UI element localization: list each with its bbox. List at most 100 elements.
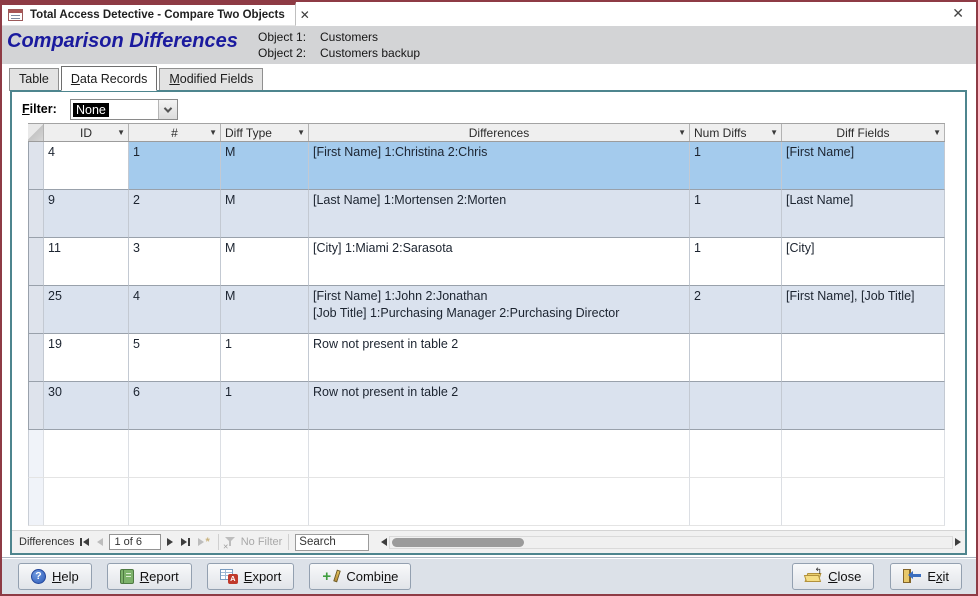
tab-close-icon[interactable]: ✕ bbox=[300, 8, 310, 22]
report-button[interactable]: Report bbox=[107, 563, 192, 590]
combo-dropdown-button[interactable] bbox=[158, 100, 177, 119]
row-selector[interactable] bbox=[28, 142, 44, 190]
cell-num[interactable]: 6 bbox=[129, 382, 221, 430]
close-button[interactable]: ↰ Close bbox=[792, 563, 874, 590]
scrollbar-track[interactable] bbox=[389, 536, 953, 549]
cell-diff-fields[interactable]: [City] bbox=[782, 238, 945, 286]
table-row[interactable]: 9 2 M [Last Name] 1:Mortensen 2:Morten 1… bbox=[28, 190, 945, 238]
new-record-button[interactable]: * bbox=[196, 535, 211, 550]
table-row[interactable]: 19 5 1 Row not present in table 2 bbox=[28, 334, 945, 382]
table-row[interactable]: 25 4 M [First Name] 1:John 2:Jonathan [J… bbox=[28, 286, 945, 334]
table-row[interactable]: 11 3 M [City] 1:Miami 2:Sarasota 1 [City… bbox=[28, 238, 945, 286]
cell-id[interactable]: 4 bbox=[44, 142, 129, 190]
last-record-button[interactable] bbox=[179, 535, 192, 550]
export-button[interactable]: A Export bbox=[207, 563, 295, 590]
filter-value: None bbox=[73, 103, 109, 117]
object1-label: Object 1: bbox=[258, 29, 320, 45]
scroll-left-icon[interactable] bbox=[381, 538, 387, 546]
cell-diff-type[interactable]: 1 bbox=[221, 382, 309, 430]
empty-row[interactable] bbox=[28, 478, 945, 526]
filter-arrow-icon[interactable]: ▼ bbox=[297, 128, 305, 137]
cell-diff-fields[interactable]: [First Name], [Job Title] bbox=[782, 286, 945, 334]
cell-num[interactable]: 2 bbox=[129, 190, 221, 238]
cell-differences[interactable]: [First Name] 1:John 2:Jonathan [Job Titl… bbox=[309, 286, 690, 334]
help-button[interactable]: ? Help bbox=[18, 563, 92, 590]
cell-num[interactable]: 4 bbox=[129, 286, 221, 334]
no-filter-button[interactable]: ✕ No Filter bbox=[225, 536, 283, 548]
tab-data-records[interactable]: Data Records bbox=[61, 66, 157, 91]
cell-differences[interactable]: [Last Name] 1:Mortensen 2:Morten bbox=[309, 190, 690, 238]
table-row[interactable]: 30 6 1 Row not present in table 2 bbox=[28, 382, 945, 430]
cell-id[interactable]: 19 bbox=[44, 334, 129, 382]
filter-combobox[interactable]: None bbox=[70, 99, 178, 120]
row-selector[interactable] bbox=[28, 286, 44, 334]
cell-id[interactable]: 30 bbox=[44, 382, 129, 430]
object2-value: Customers backup bbox=[320, 45, 420, 61]
cell-differences[interactable]: Row not present in table 2 bbox=[309, 334, 690, 382]
row-selector[interactable] bbox=[28, 478, 44, 526]
cell-id[interactable]: 9 bbox=[44, 190, 129, 238]
next-record-button[interactable] bbox=[165, 535, 175, 550]
select-all-corner[interactable] bbox=[28, 124, 44, 141]
scroll-right-icon[interactable] bbox=[955, 538, 961, 546]
export-icon: A bbox=[220, 569, 238, 584]
first-record-button[interactable] bbox=[78, 535, 91, 550]
cell-num-diffs[interactable]: 2 bbox=[690, 286, 782, 334]
table-row[interactable]: 4 1 M [First Name] 1:Christina 2:Chris 1… bbox=[28, 142, 945, 190]
document-tab[interactable]: Total Access Detective - Compare Two Obj… bbox=[2, 2, 296, 26]
row-selector[interactable] bbox=[28, 190, 44, 238]
cell-diff-type[interactable]: 1 bbox=[221, 334, 309, 382]
filter-arrow-icon[interactable]: ▼ bbox=[678, 128, 686, 137]
cell-diff-type[interactable]: M bbox=[221, 286, 309, 334]
cell-diff-type[interactable]: M bbox=[221, 142, 309, 190]
cell-num-diffs[interactable] bbox=[690, 334, 782, 382]
cell-diff-fields[interactable] bbox=[782, 334, 945, 382]
combine-button[interactable]: + Combine bbox=[309, 563, 411, 590]
column-header-diff-fields[interactable]: Diff Fields▼ bbox=[782, 124, 945, 141]
cell-id[interactable]: 11 bbox=[44, 238, 129, 286]
title-bar: Total Access Detective - Compare Two Obj… bbox=[2, 2, 976, 26]
cell-diff-type[interactable]: M bbox=[221, 238, 309, 286]
cell-num-diffs[interactable]: 1 bbox=[690, 142, 782, 190]
row-selector[interactable] bbox=[28, 238, 44, 286]
column-header-num-diffs[interactable]: Num Diffs▼ bbox=[690, 124, 782, 141]
previous-record-button[interactable] bbox=[95, 535, 105, 550]
cell-differences[interactable]: Row not present in table 2 bbox=[309, 382, 690, 430]
filter-arrow-icon[interactable]: ▼ bbox=[209, 128, 217, 137]
column-header-id[interactable]: ID▼ bbox=[44, 124, 129, 141]
cell-num-diffs[interactable]: 1 bbox=[690, 238, 782, 286]
cell-differences[interactable]: [First Name] 1:Christina 2:Chris bbox=[309, 142, 690, 190]
cell-diff-type[interactable]: M bbox=[221, 190, 309, 238]
exit-button[interactable]: Exit bbox=[890, 563, 962, 590]
cell-diff-fields[interactable] bbox=[782, 382, 945, 430]
filter-arrow-icon[interactable]: ▼ bbox=[117, 128, 125, 137]
horizontal-scrollbar[interactable] bbox=[381, 536, 961, 549]
cell-diff-fields[interactable]: [First Name] bbox=[782, 142, 945, 190]
datasheet-header: ID▼ #▼ Diff Type▼ Differences▼ Num Diffs… bbox=[28, 123, 945, 142]
cell-num[interactable]: 5 bbox=[129, 334, 221, 382]
column-header-differences[interactable]: Differences▼ bbox=[309, 124, 690, 141]
column-header-diff-type[interactable]: Diff Type▼ bbox=[221, 124, 309, 141]
column-header-num[interactable]: #▼ bbox=[129, 124, 221, 141]
record-position-box[interactable]: 1 of 6 bbox=[109, 534, 161, 550]
tab-modified-fields[interactable]: Modified Fields bbox=[159, 68, 263, 91]
cell-differences[interactable]: [City] 1:Miami 2:Sarasota bbox=[309, 238, 690, 286]
cell-diff-fields[interactable]: [Last Name] bbox=[782, 190, 945, 238]
cell-num-diffs[interactable] bbox=[690, 382, 782, 430]
cell-num[interactable]: 1 bbox=[129, 142, 221, 190]
record-nav-label: Differences bbox=[19, 536, 74, 548]
search-input[interactable] bbox=[295, 534, 369, 551]
cell-num-diffs[interactable]: 1 bbox=[690, 190, 782, 238]
window-close-icon[interactable]: ✕ bbox=[952, 5, 964, 22]
cell-num[interactable]: 3 bbox=[129, 238, 221, 286]
filter-funnel-icon: ✕ bbox=[225, 536, 237, 548]
row-selector[interactable] bbox=[28, 334, 44, 382]
empty-row[interactable] bbox=[28, 430, 945, 478]
filter-arrow-icon[interactable]: ▼ bbox=[933, 128, 941, 137]
scrollbar-thumb[interactable] bbox=[392, 538, 524, 547]
row-selector[interactable] bbox=[28, 382, 44, 430]
tab-table[interactable]: Table bbox=[9, 68, 59, 91]
row-selector[interactable] bbox=[28, 430, 44, 478]
cell-id[interactable]: 25 bbox=[44, 286, 129, 334]
filter-arrow-icon[interactable]: ▼ bbox=[770, 128, 778, 137]
